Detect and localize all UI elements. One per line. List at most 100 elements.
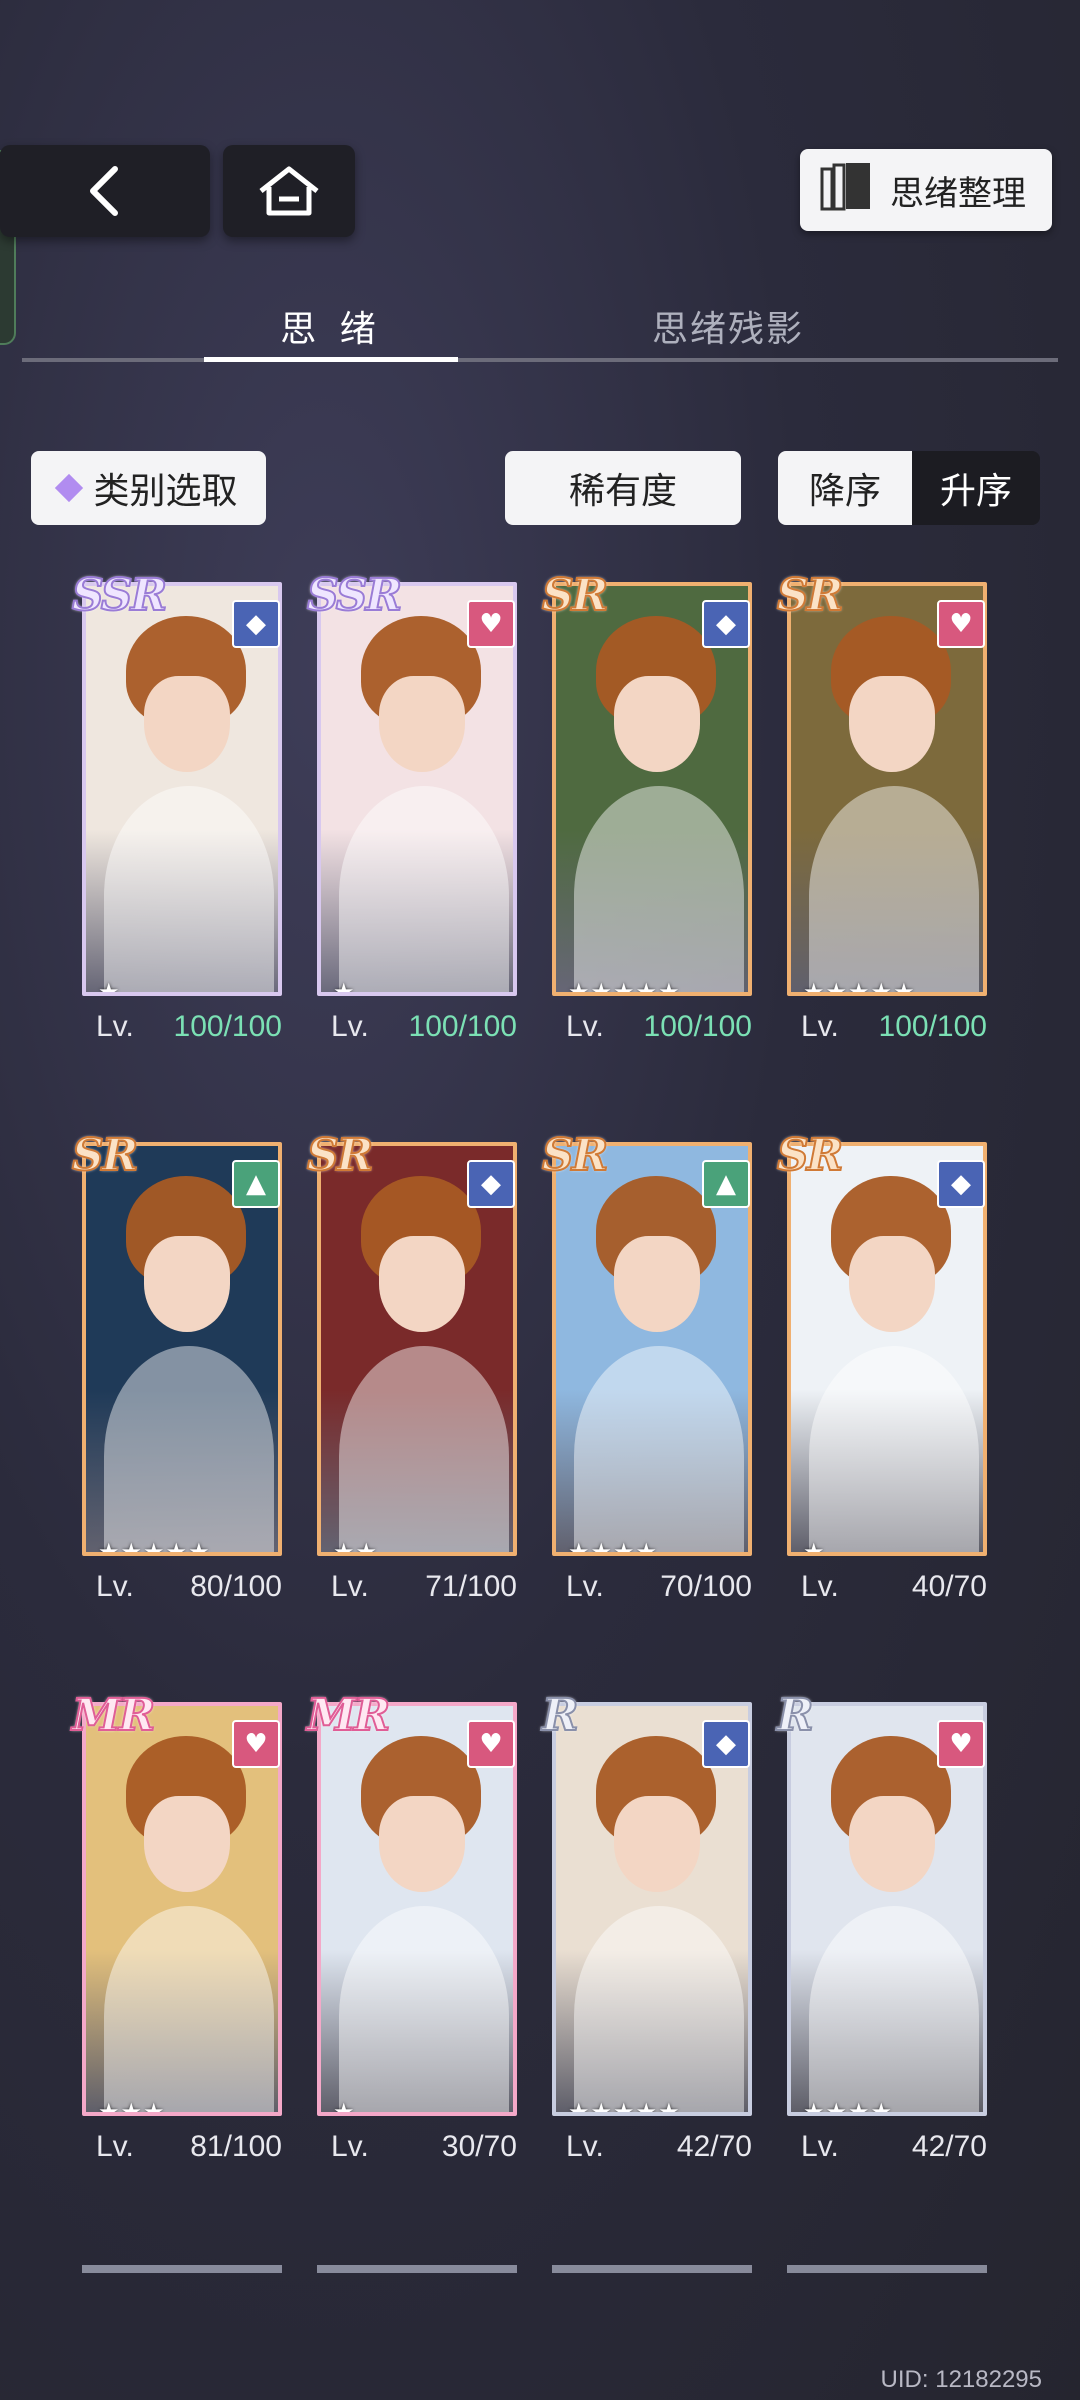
star-rating: ★★★ [98,2098,166,2116]
tab-divider [22,358,1058,362]
level-value: 71/100 [425,1570,517,1603]
ascending-toggle[interactable]: 升序 [912,451,1040,525]
card-peek [72,2255,284,2283]
star-rating: ★★★★ [803,2098,894,2116]
rarity-tag: R [776,1689,815,1742]
level-label: Lv. [566,2130,604,2163]
level-label: Lv. [331,1570,369,1603]
star-rating: ★★★★★ [98,1538,211,1556]
star-rating: ★★★★★ [568,978,681,996]
level-label: Lv. [566,1010,604,1043]
rarity-sort-label: 稀有度 [568,471,677,512]
level-row: Lv. 70/100 [552,1570,752,1604]
level-value: 80/100 [190,1570,282,1603]
level-row: Lv. 42/70 [552,2130,752,2164]
memory-card[interactable]: ★★★★★ SR ▲ Lv. 80/100 [71,1129,284,1603]
level-row: Lv. 40/70 [787,1570,987,1604]
rarity-sort-button[interactable]: 稀有度 [505,451,741,525]
level-row: Lv. 42/70 [787,2130,987,2164]
level-label: Lv. [331,1010,369,1043]
ascending-label: 升序 [939,471,1012,512]
back-button[interactable] [0,145,210,237]
level-value: 30/70 [441,2130,517,2163]
organize-button[interactable]: 思绪整理 [800,149,1052,231]
level-value: 70/100 [660,1570,752,1603]
level-value: 42/70 [676,2130,752,2163]
diamond-icon: ◆ [232,600,280,648]
memory-card[interactable]: ★★★★ R ♥ Lv. 42/70 [776,1689,989,2163]
memory-card[interactable]: ★★ SR ◆ Lv. 71/100 [306,1129,519,1603]
rarity-tag: SR [776,1129,844,1182]
level-label: Lv. [96,1570,134,1603]
rarity-tag: MR [306,1689,391,1742]
heart-icon: ♥ [937,1720,985,1768]
memory-card[interactable]: ★★★★★ R ◆ Lv. 42/70 [541,1689,754,2163]
chevron-left-icon [90,166,118,216]
heart-icon: ♥ [232,1720,280,1768]
level-label: Lv. [801,1010,839,1043]
diamond-icon [55,473,84,503]
star-rating: ★★ [333,1538,379,1556]
star-rating: ★ [333,978,356,996]
rarity-tag: SR [776,569,844,622]
level-row: Lv. 100/100 [787,1010,987,1044]
heart-icon: ♥ [937,600,985,648]
level-row: Lv. 100/100 [552,1010,752,1044]
star-rating: ★ [803,1538,826,1556]
diamond-icon: ◆ [467,1160,515,1208]
home-icon [259,166,319,216]
memory-card[interactable]: ★★★★ SR ▲ Lv. 70/100 [541,1129,754,1603]
level-row: Lv. 100/100 [82,1010,282,1044]
star-rating: ★ [333,2098,356,2116]
rarity-tag: SR [541,1129,609,1182]
category-filter-button[interactable]: 类别选取 [31,451,266,525]
diamond-icon: ◆ [937,1160,985,1208]
level-value: 100/100 [408,1010,517,1043]
level-row: Lv. 100/100 [317,1010,517,1044]
star-rating: ★★★★ [568,1538,659,1556]
star-rating: ★★★★★ [568,2098,681,2116]
memory-card[interactable]: ★ SSR ♥ Lv. 100/100 [306,569,519,1043]
category-filter-label: 类别选取 [93,471,238,512]
memory-card[interactable]: ★★★ MR ♥ Lv. 81/100 [71,1689,284,2163]
level-value: 100/100 [643,1010,752,1043]
card-peek [307,2255,519,2283]
tab-thought-remnants[interactable]: 思绪残影 [652,300,804,352]
level-label: Lv. [96,1010,134,1043]
rarity-tag: SSR [306,569,403,622]
memory-card[interactable]: ★ MR ♥ Lv. 30/70 [306,1689,519,2163]
rarity-tag: SR [541,569,609,622]
memory-card[interactable]: ★★★★★ SR ◆ Lv. 100/100 [541,569,754,1043]
star-rating: ★★★★★ [803,978,916,996]
tab-thoughts[interactable]: 思 绪 [204,300,458,352]
card-peek [542,2255,754,2283]
user-id: UID: 12182295 [880,2366,1042,2393]
level-row: Lv. 81/100 [82,2130,282,2164]
level-row: Lv. 30/70 [317,2130,517,2164]
level-value: 42/70 [911,2130,987,2163]
home-button[interactable] [223,145,355,237]
level-value: 100/100 [173,1010,282,1043]
diamond-icon: ◆ [702,1720,750,1768]
level-row: Lv. 71/100 [317,1570,517,1604]
memory-card[interactable]: ★ SR ◆ Lv. 40/70 [776,1129,989,1603]
level-label: Lv. [331,2130,369,2163]
rarity-tag: MR [71,1689,156,1742]
organize-label: 思绪整理 [890,173,1026,214]
star-rating: ★ [98,978,121,996]
descending-toggle[interactable]: 降序 [778,451,912,525]
triangle-icon: ▲ [232,1160,280,1208]
heart-icon: ♥ [467,600,515,648]
level-label: Lv. [96,2130,134,2163]
level-label: Lv. [801,1570,839,1603]
rarity-tag: SR [71,1129,139,1182]
active-tab-indicator [204,357,458,362]
rarity-tag: SSR [71,569,168,622]
level-value: 40/70 [911,1570,987,1603]
descending-label: 降序 [808,471,881,512]
memory-card[interactable]: ★★★★★ SR ♥ Lv. 100/100 [776,569,989,1043]
memory-card[interactable]: ★ SSR ◆ Lv. 100/100 [71,569,284,1043]
tab-bar: 思 绪 思绪残影 [22,300,1058,362]
heart-icon: ♥ [467,1720,515,1768]
level-value: 100/100 [878,1010,987,1043]
